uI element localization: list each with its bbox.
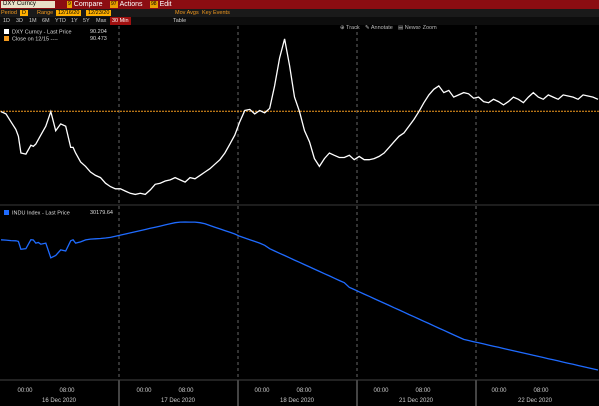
title-bar: DXY Curncy 9 Compare 97 Actions 98 Edit (0, 0, 599, 9)
range-label: Range (37, 10, 54, 16)
period-select[interactable]: D (20, 9, 28, 17)
x-date-label: 17 Dec 2020 (161, 398, 196, 404)
range-1d-button[interactable]: 1D (3, 17, 10, 25)
x-tick-label: 08:00 (415, 388, 431, 394)
period-label: Period (1, 10, 17, 16)
range-1y-button[interactable]: 1Y (71, 17, 78, 25)
x-date-label: 16 Dec 2020 (42, 398, 77, 404)
range-3d-button[interactable]: 3D (16, 17, 23, 25)
x-tick-label: 00:00 (17, 388, 33, 394)
table-button[interactable]: Table (173, 17, 186, 25)
x-tick-label: 00:00 (136, 388, 152, 394)
range-ytd-button[interactable]: YTD (55, 17, 66, 25)
x-tick-label: 08:00 (296, 388, 312, 394)
range-max-button[interactable]: Max (96, 17, 106, 25)
legend-indu-swatch (4, 210, 9, 215)
mov-avgs-button[interactable]: Mov Avgs (175, 9, 199, 17)
range-6m-button[interactable]: 6M (42, 17, 50, 25)
range-30min-button[interactable]: 30 Min (110, 17, 131, 25)
options-bar: Period D Range 12/16/20 12/23/20 Mov Avg… (0, 9, 599, 17)
actions-menu[interactable]: 97 Actions (110, 0, 143, 9)
range-1m-button[interactable]: 1M (29, 17, 37, 25)
range-from-input[interactable]: 12/16/20 (56, 9, 82, 17)
range-5y-button[interactable]: 5Y (83, 17, 90, 25)
x-date-label: 18 Dec 2020 (280, 398, 315, 404)
x-tick-label: 08:00 (533, 388, 549, 394)
edit-menu[interactable]: 98 Edit (150, 0, 172, 9)
dxy-series-line (0, 38, 599, 196)
x-tick-label: 08:00 (59, 388, 75, 394)
range-to-input[interactable]: 12/23/20 (86, 9, 112, 17)
x-tick-label: 00:00 (254, 388, 270, 394)
legend-dxy-swatch (4, 29, 9, 34)
zoom-tool[interactable]: ⌕ Zoom (418, 25, 437, 32)
legend-close-swatch (4, 36, 9, 41)
key-events-button[interactable]: Key Events (202, 9, 230, 17)
annotate-tool[interactable]: ✎ Annotate (365, 25, 393, 32)
indu-series-line (0, 221, 599, 371)
x-date-label: 21 Dec 2020 (399, 398, 434, 404)
track-tool[interactable]: ⊕ Track (340, 25, 360, 32)
news-tool[interactable]: ▤ News (398, 25, 419, 32)
x-tick-label: 00:00 (491, 388, 507, 394)
x-date-label: 22 Dec 2020 (518, 398, 553, 404)
legend-close: Close on 12/15 ---- 90.473 (4, 36, 107, 44)
price-chart[interactable]: 00:00 08:00 00:00 08:00 00:00 08:00 00:00 08:00… (0, 0, 599, 406)
x-tick-label: 00:00 (373, 388, 389, 394)
x-tick-label: 08:00 (178, 388, 194, 394)
security-field[interactable]: DXY Curncy (1, 1, 55, 8)
compare-menu[interactable]: 9 Compare (67, 0, 103, 9)
legend-indu: INDU Index - Last Price 30179.64 (4, 210, 113, 218)
range-button-bar: 1D 3D 1M 6M YTD 1Y 5Y Max 30 Min Table (0, 17, 599, 25)
